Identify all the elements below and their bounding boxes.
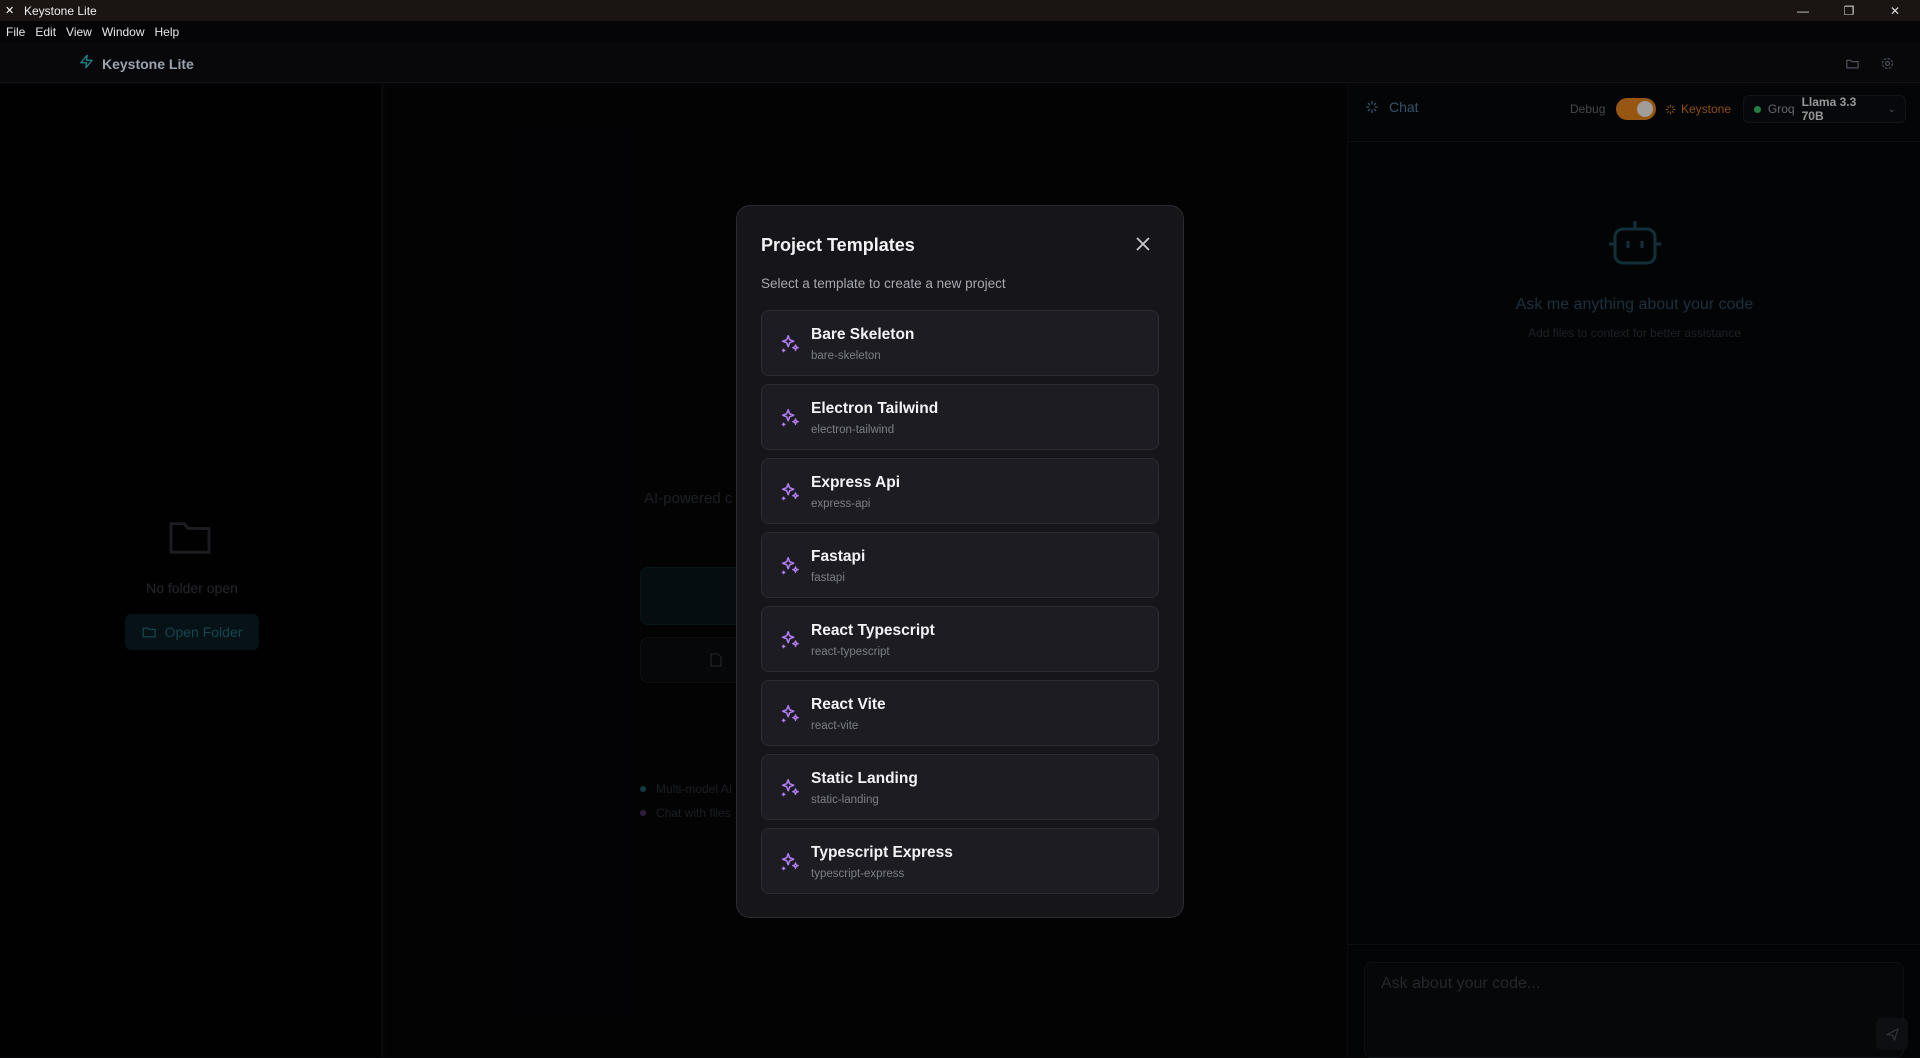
template-slug: react-vite <box>811 720 859 732</box>
template-slug: express-api <box>811 498 871 510</box>
template-list: Bare Skeleton bare-skeleton Electron Tailw… <box>761 310 1159 902</box>
settings-gear-icon[interactable] <box>1878 54 1896 72</box>
template-slug: fastapi <box>811 572 845 584</box>
template-card-react-typescript[interactable]: React Typescript react-typescript <box>761 606 1159 672</box>
template-card-react-vite[interactable]: React Vite react-vite <box>761 680 1159 746</box>
sparkles-icon <box>779 333 801 355</box>
app-header: Keystone Lite <box>0 43 1920 83</box>
menu-help[interactable]: Help <box>155 25 180 39</box>
template-name: Express Api <box>811 474 901 491</box>
brand: Keystone Lite <box>79 54 194 73</box>
modal-subtitle: Select a template to create a new projec… <box>761 276 1006 291</box>
menu-view[interactable]: View <box>66 25 92 39</box>
bolt-icon <box>79 54 94 73</box>
template-card-express-api[interactable]: Express Api express-api <box>761 458 1159 524</box>
menu-edit[interactable]: Edit <box>35 25 56 39</box>
template-card-fastapi[interactable]: Fastapi fastapi <box>761 532 1159 598</box>
template-slug: static-landing <box>811 794 879 806</box>
template-name: Bare Skeleton <box>811 326 915 343</box>
close-window-button[interactable]: ✕ <box>1872 0 1918 21</box>
restore-button[interactable]: ❐ <box>1826 0 1872 21</box>
close-modal-button[interactable] <box>1131 232 1155 256</box>
template-name: Static Landing <box>811 770 918 787</box>
project-templates-modal: Project Templates Select a template to c… <box>736 205 1184 918</box>
template-name: Typescript Express <box>811 844 953 861</box>
sparkles-icon <box>779 703 801 725</box>
template-slug: typescript-express <box>811 868 905 880</box>
sparkles-icon <box>779 555 801 577</box>
app-logo-icon: ✕ <box>5 4 15 17</box>
menu-bar: File Edit View Window Help <box>0 21 1920 43</box>
template-card-bare-skeleton[interactable]: Bare Skeleton bare-skeleton <box>761 310 1159 376</box>
minimize-button[interactable]: — <box>1780 0 1826 21</box>
window-title: Keystone Lite <box>24 3 97 18</box>
template-card-typescript-express[interactable]: Typescript Express typescript-express <box>761 828 1159 894</box>
app-name: Keystone Lite <box>102 55 194 72</box>
template-name: React Vite <box>811 696 886 713</box>
sparkles-icon <box>779 407 801 429</box>
menu-file[interactable]: File <box>6 25 25 39</box>
modal-title: Project Templates <box>761 235 915 255</box>
template-card-electron-tailwind[interactable]: Electron Tailwind electron-tailwind <box>761 384 1159 450</box>
template-name: Fastapi <box>811 548 866 565</box>
template-card-static-landing[interactable]: Static Landing static-landing <box>761 754 1159 820</box>
os-title-bar: ✕ Keystone Lite — ❐ ✕ <box>0 0 1920 21</box>
folder-open-icon[interactable] <box>1843 54 1861 72</box>
sparkles-icon <box>779 851 801 873</box>
template-slug: electron-tailwind <box>811 424 895 436</box>
menu-window[interactable]: Window <box>102 25 145 39</box>
template-name: React Typescript <box>811 622 935 639</box>
close-icon <box>1136 237 1150 251</box>
sparkles-icon <box>779 629 801 651</box>
template-slug: react-typescript <box>811 646 890 658</box>
sparkles-icon <box>779 777 801 799</box>
template-slug: bare-skeleton <box>811 350 881 362</box>
sparkles-icon <box>779 481 801 503</box>
template-name: Electron Tailwind <box>811 400 939 417</box>
